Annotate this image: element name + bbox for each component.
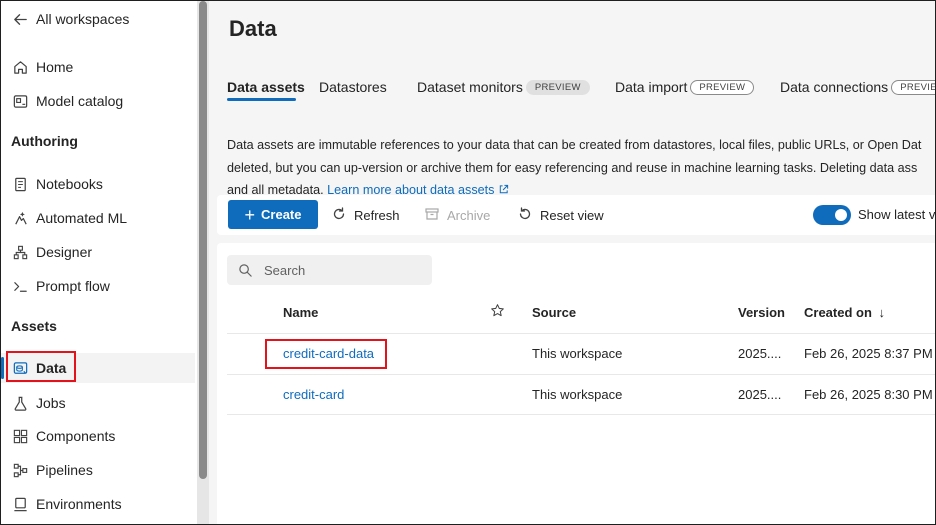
sidebar-item-label: Model catalog [36, 93, 124, 109]
prompt-icon [11, 277, 29, 295]
tab-data-connections[interactable]: Data connections PREVIEW [780, 73, 935, 101]
sidebar-item-environments[interactable]: Environments [1, 489, 195, 519]
home-icon [11, 58, 29, 76]
archive-button[interactable]: Archive [424, 201, 490, 229]
page-title: Data [229, 16, 277, 41]
automl-icon [11, 209, 29, 227]
column-header-version[interactable]: Version [738, 305, 785, 320]
environment-icon [11, 495, 29, 513]
refresh-icon [331, 206, 347, 225]
sidebar-item-label: Automated ML [36, 210, 128, 226]
sidebar-item-home[interactable]: Home [1, 52, 195, 82]
sidebar-item-label: Jobs [36, 395, 66, 411]
refresh-button[interactable]: Refresh [331, 201, 400, 229]
tab-label: Data assets [227, 79, 305, 95]
sidebar-item-label: Pipelines [36, 462, 93, 478]
catalog-icon [11, 92, 29, 110]
sidebar-item-label: Designer [36, 244, 93, 260]
search-icon [238, 263, 253, 278]
description-line: deleted, but you can up-version or archi… [227, 160, 918, 175]
search-input[interactable]: Search [227, 255, 432, 285]
created-cell: Feb 26, 2025 8:37 PM [804, 346, 933, 361]
preview-badge: PREVIEW [891, 79, 935, 95]
tab-datastores[interactable]: Datastores [319, 73, 387, 101]
column-header-source[interactable]: Source [532, 305, 576, 320]
flask-icon [11, 394, 29, 412]
toolbar: + Create Refresh Archive Reset view Show… [217, 195, 936, 235]
preview-badge: PREVIEW [690, 79, 755, 95]
refresh-label: Refresh [354, 207, 400, 223]
create-button[interactable]: + Create [228, 200, 318, 229]
sidebar-item-designer[interactable]: Designer [1, 237, 195, 267]
tab-dataset-monitors[interactable]: Dataset monitors PREVIEW [417, 73, 590, 101]
section-title-assets: Assets [11, 318, 57, 334]
preview-badge: PREVIEW [525, 79, 590, 95]
data-grid-panel: Search Name Source Version Created on ↓ … [217, 243, 935, 524]
components-icon [11, 427, 29, 445]
reset-view-button[interactable]: Reset view [517, 201, 604, 229]
designer-icon [11, 243, 29, 261]
sidebar-item-data[interactable]: Data [1, 353, 195, 383]
pipeline-icon [11, 461, 29, 479]
section-title-authoring: Authoring [11, 133, 78, 149]
tab-data-assets[interactable]: Data assets [227, 73, 305, 101]
tab-data-import[interactable]: Data import PREVIEW [615, 73, 755, 101]
table-row[interactable]: credit-card This workspace 2025.... Feb … [227, 374, 935, 415]
sidebar-scrollbar-thumb[interactable] [199, 1, 207, 479]
plus-icon: + [244, 204, 256, 225]
description-text: Data assets are immutable references to … [227, 134, 935, 202]
back-label: All workspaces [36, 11, 130, 27]
sidebar-item-label: Prompt flow [36, 278, 110, 294]
tab-label: Dataset monitors [417, 79, 523, 95]
sidebar-item-label: Environments [36, 496, 122, 512]
table-row[interactable]: credit-card-data This workspace 2025....… [227, 333, 935, 374]
data-icon [11, 359, 29, 377]
back-arrow-icon [11, 10, 29, 28]
tab-label: Data import [615, 79, 688, 95]
show-latest-toggle[interactable] [813, 205, 851, 225]
sidebar-item-label: Data [36, 360, 67, 376]
source-cell: This workspace [532, 346, 623, 361]
sidebar: All workspaces Home Model catalog Author… [1, 1, 197, 524]
sidebar-item-notebooks[interactable]: Notebooks [1, 169, 195, 199]
tab-label: Data connections [780, 79, 889, 95]
column-header-label: Created on [804, 305, 872, 320]
sidebar-item-label: Home [36, 59, 74, 75]
show-latest-label: Show latest ve [858, 207, 936, 222]
create-label: Create [261, 207, 302, 222]
favorite-star-icon[interactable] [490, 303, 505, 321]
source-cell: This workspace [532, 387, 623, 402]
version-cell: 2025.... [738, 346, 782, 361]
main-content: Data Data assets Datastores Dataset moni… [209, 1, 936, 524]
sort-descending-icon: ↓ [878, 305, 886, 320]
sidebar-item-jobs[interactable]: Jobs [1, 388, 195, 418]
tab-label: Datastores [319, 79, 387, 95]
reset-icon [517, 206, 533, 225]
notebook-icon [11, 175, 29, 193]
sidebar-item-automated-ml[interactable]: Automated ML [1, 203, 195, 233]
archive-label: Archive [447, 207, 491, 223]
reset-label: Reset view [540, 207, 604, 223]
search-placeholder: Search [264, 262, 306, 278]
column-header-name[interactable]: Name [283, 305, 318, 320]
sidebar-item-prompt-flow[interactable]: Prompt flow [1, 271, 195, 301]
created-cell: Feb 26, 2025 8:30 PM [804, 387, 933, 402]
sidebar-item-label: Notebooks [36, 176, 103, 192]
asset-name-link[interactable]: credit-card [283, 387, 344, 402]
sidebar-item-components[interactable]: Components [1, 421, 195, 451]
version-cell: 2025.... [738, 387, 782, 402]
active-indicator [1, 357, 4, 379]
back-to-workspaces[interactable]: All workspaces [1, 4, 195, 34]
tab-underline [227, 98, 296, 101]
asset-name-link[interactable]: credit-card-data [283, 346, 374, 361]
sidebar-item-model-catalog[interactable]: Model catalog [1, 86, 195, 116]
sidebar-item-label: Components [36, 428, 116, 444]
archive-icon [424, 206, 440, 225]
column-header-created-on[interactable]: Created on ↓ [804, 305, 885, 320]
sidebar-item-pipelines[interactable]: Pipelines [1, 455, 195, 485]
app-frame: All workspaces Home Model catalog Author… [0, 0, 936, 525]
description-line: Data assets are immutable references to … [227, 138, 922, 152]
